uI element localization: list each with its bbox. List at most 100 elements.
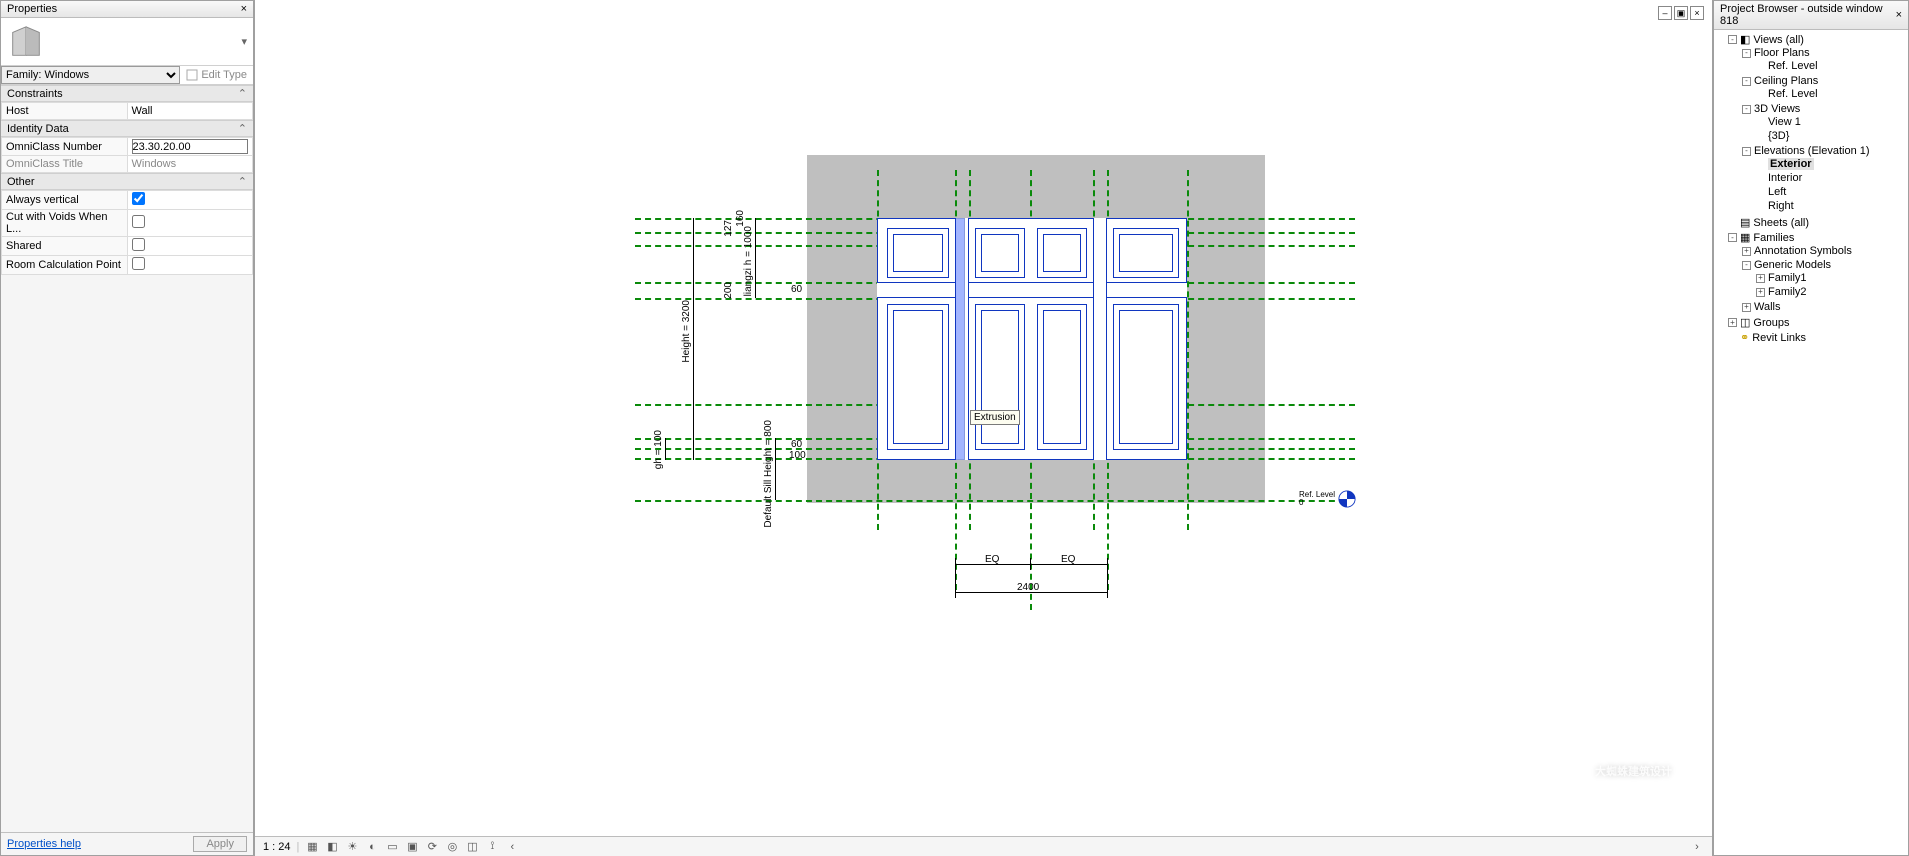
cut-voids-checkbox[interactable] xyxy=(132,215,145,228)
groups-node[interactable]: +◫Groups xyxy=(1728,316,1908,329)
crop-region-icon[interactable]: ▣ xyxy=(405,840,419,854)
extrusion-label: Extrusion xyxy=(970,410,1020,425)
ref-plane-ground[interactable] xyxy=(635,500,1355,502)
omniclass-number-row: OmniClass Number xyxy=(2,138,253,156)
sheets-node[interactable]: ▤Sheets (all) xyxy=(1728,216,1908,229)
properties-help-link[interactable]: Properties help xyxy=(7,838,81,850)
omniclass-number-input[interactable] xyxy=(132,139,249,154)
crop-view-icon[interactable]: ▭ xyxy=(385,840,399,854)
revit-links-node[interactable]: ⚭Revit Links xyxy=(1728,331,1908,344)
families-icon: ▦ xyxy=(1740,231,1750,244)
interior-node[interactable]: Interior xyxy=(1756,172,1908,184)
omniclass-title-row: OmniClass TitleWindows xyxy=(2,156,253,173)
sash-bottom-2[interactable] xyxy=(975,304,1025,450)
ref-plane-v[interactable] xyxy=(1187,170,1189,530)
dim-gh-line[interactable] xyxy=(665,438,666,460)
annotation-node[interactable]: +Annotation Symbols xyxy=(1742,245,1908,257)
dim-height-label: Height = 3200 xyxy=(681,300,692,363)
watermark: 大蜘蛛建筑设计 xyxy=(1535,746,1672,796)
always-vertical-checkbox[interactable] xyxy=(132,192,145,205)
dim-eq-line[interactable] xyxy=(955,564,1107,565)
window-type-icon xyxy=(7,23,45,61)
family1-node[interactable]: +Family1 xyxy=(1756,272,1908,284)
edit-type-icon xyxy=(186,69,198,81)
nav-left-icon[interactable]: ‹ xyxy=(505,840,519,854)
views-all-node[interactable]: -◧Views (all) xyxy=(1728,33,1908,46)
room-calc-checkbox[interactable] xyxy=(132,257,145,270)
properties-close-icon[interactable]: × xyxy=(241,3,247,15)
dim-tick xyxy=(955,570,956,598)
constraints-section-header[interactable]: Constraints⌃ xyxy=(1,85,253,102)
edit-type-button[interactable]: Edit Type xyxy=(180,69,253,81)
left-node[interactable]: Left xyxy=(1756,186,1908,198)
ref-level-fp-node[interactable]: Ref. Level xyxy=(1756,60,1908,72)
3d-views-node[interactable]: -3D Views xyxy=(1742,103,1908,115)
host-row: HostWall xyxy=(2,103,253,120)
family2-node[interactable]: +Family2 xyxy=(1756,286,1908,298)
transom[interactable] xyxy=(877,282,1187,298)
right-node[interactable]: Right xyxy=(1756,200,1908,212)
groups-icon: ◫ xyxy=(1740,316,1750,329)
ref-level-cp-node[interactable]: Ref. Level xyxy=(1756,88,1908,100)
views-icon: ◧ xyxy=(1740,33,1750,46)
apply-button[interactable]: Apply xyxy=(193,836,247,852)
dim-sill-line[interactable] xyxy=(775,438,776,500)
wechat-icon xyxy=(1535,746,1585,796)
scale-value[interactable]: 1 : 24 xyxy=(263,841,291,853)
project-browser-panel: Project Browser - outside window 818 × -… xyxy=(1713,0,1909,856)
sash-top-4[interactable] xyxy=(1113,228,1179,278)
walls-node[interactable]: +Walls xyxy=(1742,301,1908,313)
exterior-node[interactable]: Exterior xyxy=(1756,158,1908,170)
elevations-node[interactable]: -Elevations (Elevation 1) xyxy=(1742,145,1908,157)
collapse-icon: ⌃ xyxy=(238,122,247,135)
dim-60a-label: 60 xyxy=(791,284,802,295)
extrusion-element[interactable] xyxy=(955,218,965,460)
sash-top-2[interactable] xyxy=(975,228,1025,278)
drawing-canvas[interactable]: – ▣ × xyxy=(255,0,1712,836)
generic-models-node[interactable]: -Generic Models xyxy=(1742,259,1908,271)
level-head-icon xyxy=(1338,490,1356,508)
sash-bottom-1[interactable] xyxy=(887,304,949,450)
shared-checkbox[interactable] xyxy=(132,238,145,251)
dim-sill-label: Default Sill Height = 800 xyxy=(763,420,774,528)
dim-tick xyxy=(1107,558,1108,570)
floor-plans-node[interactable]: -Floor Plans xyxy=(1742,47,1908,59)
sash-top-1[interactable] xyxy=(887,228,949,278)
dim-height-line[interactable] xyxy=(693,218,694,460)
project-browser-header: Project Browser - outside window 818 × xyxy=(1714,1,1908,30)
mullion-right[interactable] xyxy=(1093,218,1107,460)
dim-tick xyxy=(1107,570,1108,598)
shared-row: Shared xyxy=(2,237,253,256)
ref-level-marker[interactable]: Ref. Level 0 xyxy=(1299,490,1356,508)
other-section-header[interactable]: Other⌃ xyxy=(1,173,253,190)
reveal-constraints-icon[interactable]: ⟟ xyxy=(485,840,499,854)
type-preview[interactable]: ▾ xyxy=(1,18,253,66)
host-value[interactable]: Wall xyxy=(127,103,253,120)
dim-liangzi-line[interactable] xyxy=(755,218,756,298)
temp-hide-icon[interactable]: ◎ xyxy=(445,840,459,854)
nav-right-icon[interactable]: › xyxy=(1690,840,1704,854)
families-node[interactable]: -▦Families xyxy=(1728,231,1908,244)
collapse-icon: ⌃ xyxy=(238,175,247,188)
detail-level-icon[interactable]: ▦ xyxy=(305,840,319,854)
elevation-drawing: Extrusion Height = 3200 gh = 100 Default… xyxy=(255,0,1712,836)
shadows-icon[interactable]: ◐ xyxy=(365,840,379,854)
sun-path-icon[interactable]: ☀ xyxy=(345,840,359,854)
view1-node[interactable]: View 1 xyxy=(1756,116,1908,128)
dim-127-label: 127 xyxy=(723,220,734,237)
identity-section-header[interactable]: Identity Data⌃ xyxy=(1,120,253,137)
dim-eq2-label: EQ xyxy=(1061,554,1075,565)
visual-style-icon[interactable]: ◧ xyxy=(325,840,339,854)
dim-tick xyxy=(1030,558,1031,570)
lock-3d-icon[interactable]: ⟳ xyxy=(425,840,439,854)
ceiling-plans-node[interactable]: -Ceiling Plans xyxy=(1742,75,1908,87)
sash-bottom-3[interactable] xyxy=(1037,304,1087,450)
family-selector[interactable]: Family: Windows xyxy=(1,66,180,84)
sash-top-3[interactable] xyxy=(1037,228,1087,278)
dim-eq1-label: EQ xyxy=(985,554,999,565)
sash-bottom-4[interactable] xyxy=(1113,304,1179,450)
view3d-node[interactable]: {3D} xyxy=(1756,130,1908,142)
omniclass-title-value: Windows xyxy=(127,156,253,173)
reveal-icon[interactable]: ◫ xyxy=(465,840,479,854)
project-browser-close-icon[interactable]: × xyxy=(1896,9,1902,21)
